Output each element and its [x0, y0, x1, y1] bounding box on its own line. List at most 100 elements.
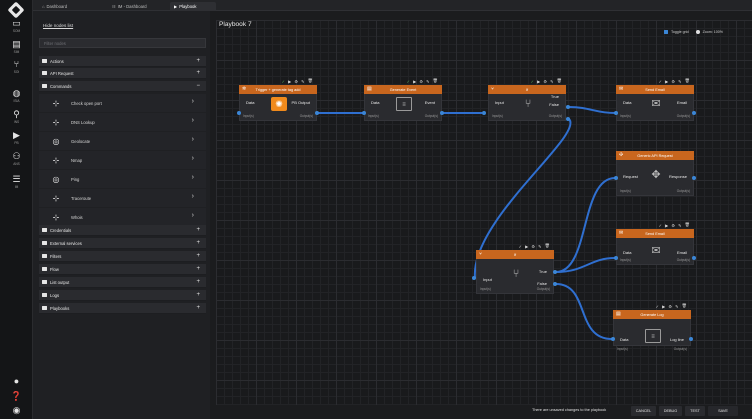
port-if1-in[interactable]	[482, 111, 486, 115]
node-generate-log[interactable]: ✓ ▶ ⚙ ✎ 🗑 ▤ Generate Log Data ≡ Log line Inpu…	[613, 303, 691, 351]
settings-icon[interactable]: ⚙	[671, 223, 675, 228]
port-if2-in[interactable]	[472, 276, 476, 280]
settings-icon[interactable]: ⚙	[419, 79, 423, 84]
chat-button[interactable]: ●	[0, 377, 33, 386]
filter-nodes-input[interactable]	[39, 38, 206, 48]
port-trigger-in[interactable]	[237, 111, 241, 115]
node-send-email-2[interactable]: ✓ ▶ ⚙ ✎ 🗑 ✉ Send Email Data ✉ Email Input(s) …	[616, 222, 694, 265]
category-external-services[interactable]: External services +	[39, 238, 206, 249]
nav-ans[interactable]: ⚇ ANS	[0, 152, 33, 167]
expand-icon[interactable]: +	[196, 305, 200, 311]
port-api-out[interactable]	[692, 176, 696, 180]
debug-button[interactable]: DEBUG	[659, 406, 682, 416]
port-email1-in[interactable]	[614, 111, 618, 115]
settings-icon[interactable]: ⚙	[543, 79, 547, 84]
node-generic-api-request[interactable]: ✣ Generic API Request Request ✥ Response …	[616, 144, 694, 196]
expand-icon[interactable]: +	[196, 58, 200, 64]
expand-icon[interactable]: +	[196, 292, 200, 298]
help-button[interactable]: ❓	[0, 392, 33, 401]
tab-dashboard[interactable]: ⌂ Dashboard	[38, 2, 71, 11]
expand-icon[interactable]: +	[196, 240, 200, 246]
hide-nodes-link[interactable]: Hide nodes list	[43, 23, 73, 28]
nav-isia[interactable]: ◍ ISIA	[0, 89, 33, 104]
collapse-icon[interactable]: −	[196, 83, 200, 89]
port-email1-out[interactable]	[692, 111, 696, 115]
delete-icon[interactable]: 🗑	[682, 303, 687, 309]
edit-icon[interactable]: ✎	[426, 79, 430, 84]
play-icon[interactable]: ▶	[662, 304, 665, 309]
node-generate-event[interactable]: ✓ ▶ ⚙ ✎ 🗑 ▤ Generate Event Data ≡ Event Input…	[364, 78, 442, 121]
expand-icon[interactable]: +	[196, 279, 200, 285]
nav-som[interactable]: ▭ SOM	[0, 19, 33, 34]
port-event-out[interactable]	[440, 111, 444, 115]
delete-icon[interactable]: 🗑	[545, 243, 550, 249]
nav-sim[interactable]: ▤ SIM	[0, 40, 33, 55]
expand-icon[interactable]: +	[196, 70, 200, 76]
category-list-output[interactable]: List output +	[39, 277, 206, 288]
check-icon[interactable]: ✓	[656, 304, 660, 309]
port-event-in[interactable]	[362, 111, 366, 115]
settings-icon[interactable]: ⚙	[294, 79, 298, 84]
category-flow[interactable]: Flow +	[39, 264, 206, 275]
category-logs[interactable]: Logs +	[39, 290, 206, 301]
nav-pb[interactable]: ▶ PB	[0, 131, 33, 146]
play-icon[interactable]: ▶	[665, 223, 668, 228]
play-icon[interactable]: ▶	[413, 79, 416, 84]
node-ping[interactable]: ◎ Ping ›	[39, 170, 206, 188]
play-icon[interactable]: ▶	[665, 79, 668, 84]
check-icon[interactable]: ✓	[531, 79, 535, 84]
category-credentials[interactable]: Credentials +	[39, 225, 206, 236]
settings-icon[interactable]: ⚙	[531, 244, 535, 249]
tab-im-dashboard[interactable]: ☷ IM - Dashboard	[108, 2, 151, 11]
settings-icon[interactable]: ⚙	[671, 79, 675, 84]
expand-icon[interactable]: +	[196, 227, 200, 233]
expand-icon[interactable]: +	[196, 266, 200, 272]
category-filters[interactable]: Filters +	[39, 251, 206, 262]
port-if1-false[interactable]	[566, 117, 570, 121]
check-icon[interactable]: ✓	[519, 244, 523, 249]
node-trigger[interactable]: ✓ ▶ ⚙ ✎ 🗑 ✲ Trigger + generate tag add Data ✺…	[239, 78, 317, 121]
port-if2-true[interactable]	[553, 270, 557, 274]
node-dns-lookup[interactable]: ⊹ DNS Lookup ›	[39, 113, 206, 131]
edit-icon[interactable]: ✎	[301, 79, 305, 84]
delete-icon[interactable]: 🗑	[685, 222, 690, 228]
edit-icon[interactable]: ✎	[678, 223, 682, 228]
delete-icon[interactable]: 🗑	[685, 78, 690, 84]
account-button[interactable]: ◉	[0, 406, 33, 415]
delete-icon[interactable]: 🗑	[433, 78, 438, 84]
edit-icon[interactable]: ✎	[678, 79, 682, 84]
port-trigger-out[interactable]	[315, 111, 319, 115]
tab-playbook[interactable]: ▶ Playbook	[170, 2, 216, 11]
port-if2-false[interactable]	[553, 282, 557, 286]
edit-icon[interactable]: ✎	[675, 304, 679, 309]
node-traceroute[interactable]: ⊹ Traceroute ›	[39, 189, 206, 207]
cancel-button[interactable]: CANCEL	[631, 406, 656, 416]
check-icon[interactable]: ✓	[659, 79, 663, 84]
delete-icon[interactable]: 🗑	[557, 78, 562, 84]
node-geolocate[interactable]: ◎ Geolocate ›	[39, 132, 206, 150]
node-nmap[interactable]: ⊹ Nmap ›	[39, 151, 206, 169]
check-icon[interactable]: ✓	[282, 79, 286, 84]
port-if1-true[interactable]	[566, 105, 570, 109]
node-if-1[interactable]: ✓ ▶ ⚙ ✎ 🗑 ⑂ If Input ⑂ True False Input(s) Ou…	[488, 78, 566, 121]
play-icon[interactable]: ▶	[288, 79, 291, 84]
toggle-grid-checkbox[interactable]	[664, 30, 668, 34]
node-if-2[interactable]: ✓ ▶ ⚙ ✎ 🗑 ⑂ If Input ⑂ True False Input(s) Ou…	[476, 243, 554, 294]
delete-icon[interactable]: 🗑	[308, 78, 313, 84]
nav-soi[interactable]: ⑂ SOI	[0, 60, 33, 75]
edit-icon[interactable]: ✎	[550, 79, 554, 84]
port-email2-out[interactable]	[692, 256, 696, 260]
check-icon[interactable]: ✓	[659, 223, 663, 228]
category-commands[interactable]: Commands −	[39, 81, 206, 92]
port-log-in[interactable]	[611, 337, 615, 341]
category-playbooks[interactable]: Playbooks +	[39, 303, 206, 314]
check-icon[interactable]: ✓	[407, 79, 411, 84]
play-icon[interactable]: ▶	[537, 79, 540, 84]
category-api-request[interactable]: API Request +	[39, 68, 206, 79]
save-button[interactable]: SAVE	[708, 406, 738, 416]
node-whois[interactable]: ⊹ Whois ›	[39, 208, 206, 226]
port-api-in[interactable]	[614, 176, 618, 180]
node-send-email-1[interactable]: ✓ ▶ ⚙ ✎ 🗑 ✉ Send Email Data ✉ Email Input(s) …	[616, 78, 694, 121]
expand-icon[interactable]: +	[196, 253, 200, 259]
test-button[interactable]: TEST	[685, 406, 705, 416]
